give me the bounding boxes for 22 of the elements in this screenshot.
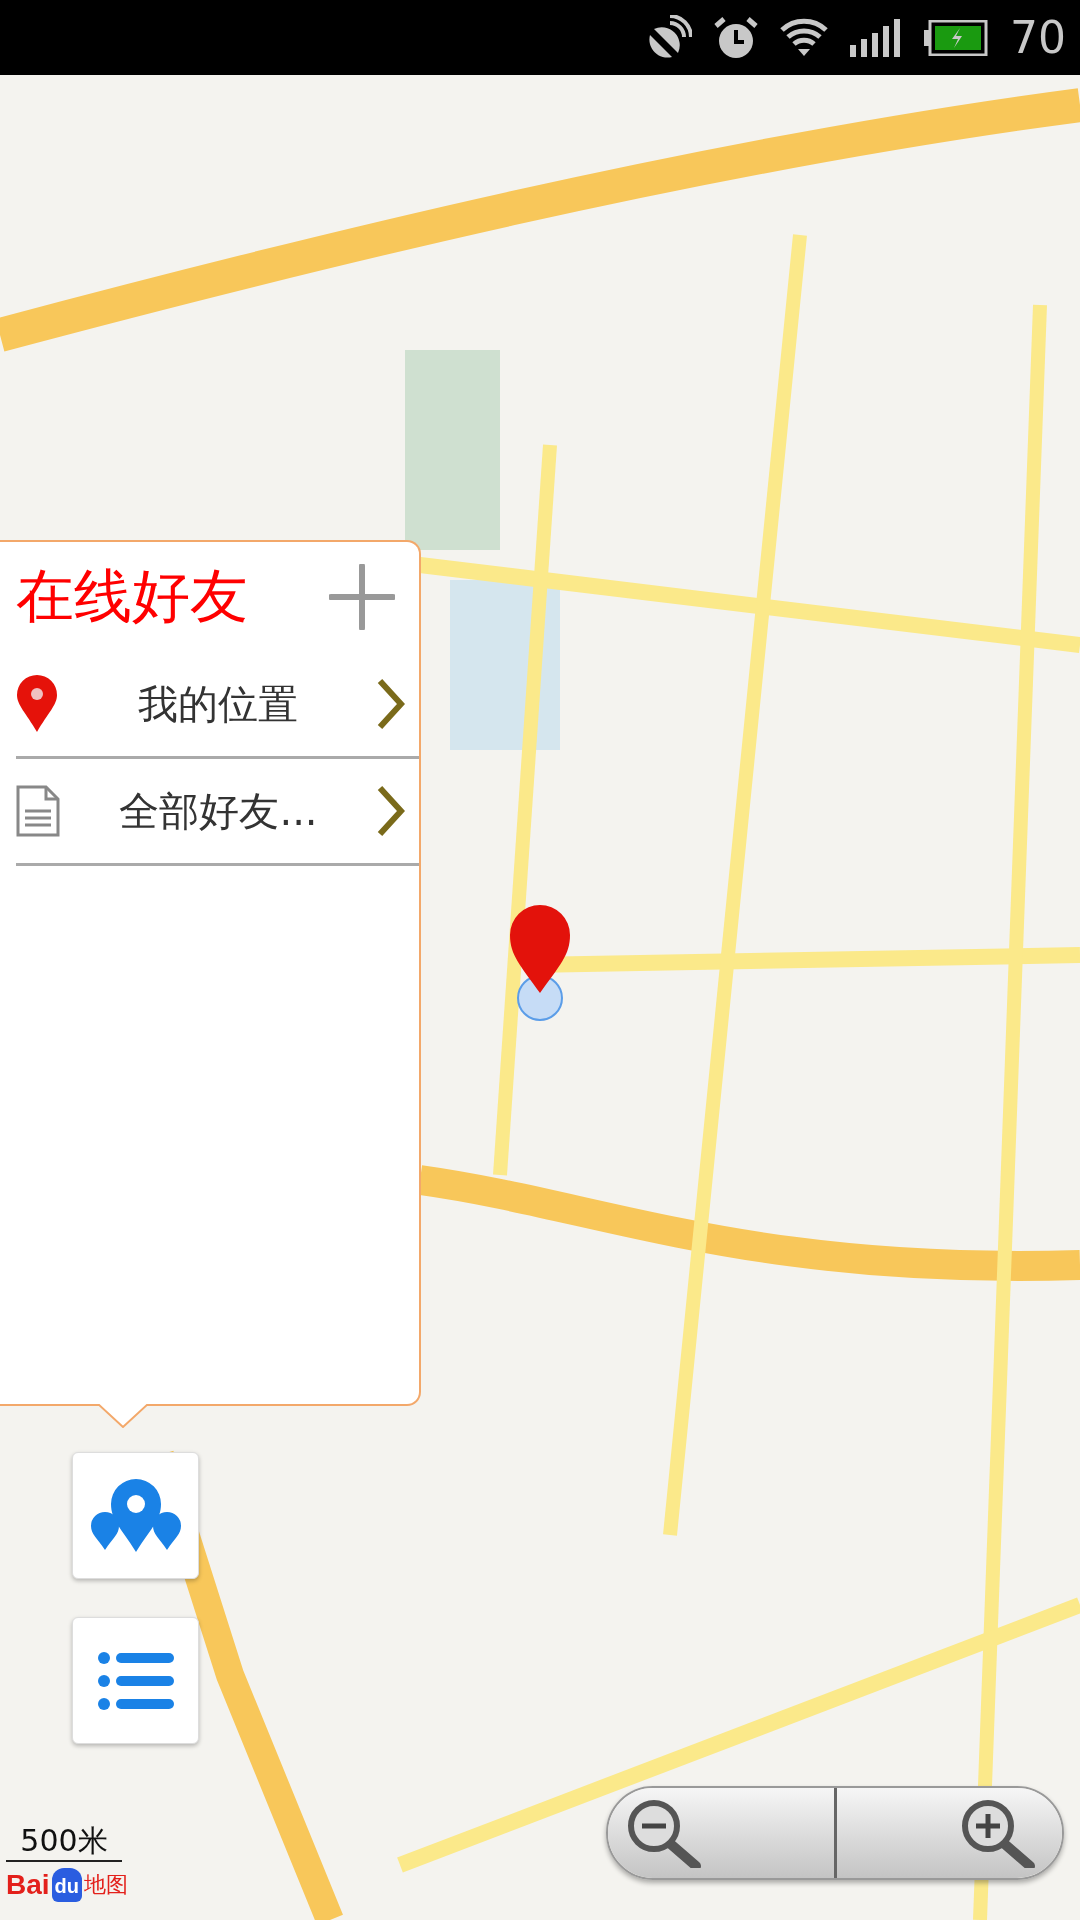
document-icon	[16, 785, 60, 837]
menu-item[interactable]: 全部好友...	[16, 759, 419, 866]
chevron-right-icon	[377, 785, 405, 837]
dish-icon	[646, 14, 692, 61]
panel-title: 在线好友	[16, 561, 248, 632]
map-pin-icon	[16, 675, 58, 733]
friends-map-button[interactable]	[72, 1452, 199, 1579]
list-icon	[97, 1650, 174, 1711]
zoom-in-button[interactable]	[836, 1788, 1062, 1878]
list-button[interactable]	[72, 1617, 199, 1744]
map-logo: Bai du 地图	[6, 1868, 128, 1902]
signal-icon	[850, 18, 902, 57]
battery-level-text: 70	[1010, 12, 1066, 63]
chevron-right-icon	[377, 678, 405, 730]
add-icon[interactable]	[329, 564, 395, 630]
battery-charging-icon	[924, 19, 988, 56]
scale-bar: 500米	[6, 1822, 122, 1862]
zoom-out-button[interactable]	[608, 1788, 837, 1878]
wifi-icon	[780, 17, 828, 58]
alarm-clock-icon	[714, 15, 758, 60]
location-marker-icon	[508, 905, 572, 1023]
menu-item[interactable]: 我的位置	[16, 652, 419, 759]
